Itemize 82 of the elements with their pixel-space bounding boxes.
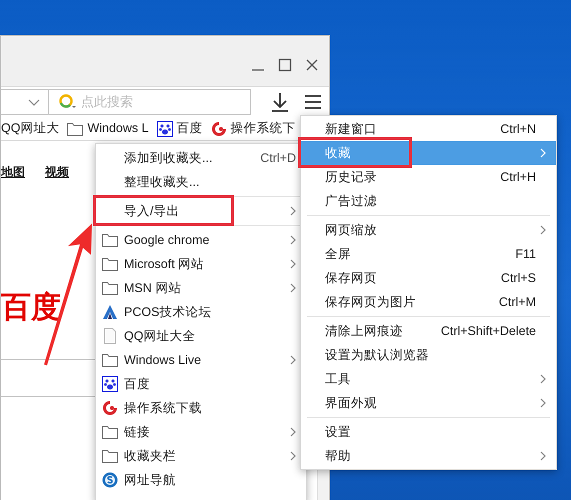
menu-item-label: PCOS技术论坛 (124, 304, 212, 321)
menu-icon[interactable] (305, 94, 321, 110)
menu-item-label: 整理收藏夹... (124, 174, 200, 191)
triangle-logo-icon (102, 304, 118, 320)
nav-link[interactable]: 视频 (45, 163, 69, 181)
folder-icon (102, 257, 118, 271)
menu-item-label: 全屏 (325, 246, 351, 263)
folder-icon (102, 449, 118, 463)
menu-item-label: Google chrome (124, 232, 210, 249)
chevron-right-icon (290, 206, 296, 216)
swirl-logo-icon (210, 120, 227, 136)
chevron-right-icon (290, 451, 296, 461)
shortcut-label: Ctrl+M (498, 294, 537, 311)
menu-item-label: QQ网址大全 (124, 328, 196, 345)
shortcut-label: Ctrl+N (500, 120, 537, 138)
folder-icon (102, 281, 118, 295)
chevron-right-icon (290, 283, 296, 293)
folder-icon (102, 233, 118, 247)
nav-link[interactable]: 地图 (1, 163, 25, 181)
s-logo-icon (102, 472, 118, 488)
shortcut-label: Ctrl+D (260, 150, 296, 167)
menu-item[interactable]: 全屏 F11 (301, 242, 556, 266)
maximize-icon[interactable] (278, 58, 292, 72)
menu-item-label: 设置 (325, 424, 351, 441)
search-field[interactable]: 点此搜索 (49, 89, 251, 115)
menu-item-label: 历史记录 (325, 168, 377, 186)
close-icon[interactable] (305, 58, 319, 72)
chevron-down-icon (28, 98, 40, 106)
menu-item-label: 工具 (325, 370, 351, 388)
menu-item-label: MSN 网站 (124, 280, 182, 297)
shortcut-label: F11 (515, 246, 537, 263)
folder-icon (67, 122, 84, 136)
menu-item-label: 网页缩放 (325, 222, 377, 239)
chevron-right-icon (290, 355, 296, 365)
chevron-right-icon (290, 235, 296, 245)
menu-item[interactable]: 界面外观 (301, 391, 556, 415)
menu-item-label: 百度 (124, 376, 150, 393)
menu-item[interactable]: 工具 (301, 367, 556, 391)
menu-item-label: 保存网页 (325, 270, 377, 287)
menu-item-label: 广告过滤 (325, 192, 377, 210)
menu-item[interactable]: 帮助 (301, 444, 556, 468)
menu-item-label: 链接 (124, 424, 150, 441)
menu-item-label: 收藏夹栏 (124, 448, 176, 465)
chevron-right-icon (540, 398, 546, 408)
folder-icon (102, 425, 118, 439)
menu-item[interactable]: 保存网页为图片 Ctrl+M (301, 290, 556, 314)
menu-item[interactable]: 历史记录 Ctrl+H (301, 165, 556, 189)
menu-item-label: 网址导航 (124, 472, 176, 489)
folder-icon (102, 353, 118, 367)
menu-item[interactable]: 网址导航 (96, 468, 306, 492)
chevron-right-icon (540, 451, 546, 461)
swirl-logo-icon (102, 400, 118, 416)
menu-item-label: 添加到收藏夹... (124, 150, 212, 167)
shortcut-label: Ctrl+Shift+Delete (440, 322, 537, 340)
chevron-right-icon (290, 427, 296, 437)
menu-item-label: 设置为默认浏览器 (325, 346, 429, 364)
menu-item-label: 操作系统下载 (124, 400, 202, 417)
download-icon[interactable] (271, 92, 289, 112)
menu-item-label: Windows Live (124, 352, 202, 369)
menu-item-label: 收藏 (325, 144, 351, 162)
chevron-right-icon (290, 259, 296, 269)
menu-item-label: 帮助 (325, 448, 351, 465)
menu-item[interactable]: 保存网页 Ctrl+S (301, 266, 556, 290)
menu-item-label: 界面外观 (325, 394, 377, 412)
shortcut-label: Ctrl+S (500, 270, 537, 287)
menu-item-label: 保存网页为图片 (325, 294, 416, 311)
chevron-right-icon (540, 148, 546, 158)
menu-item[interactable]: 清除上网痕迹 Ctrl+Shift+Delete (301, 319, 556, 343)
chevron-right-icon (540, 374, 546, 384)
paw-icon (156, 120, 173, 136)
page-icon (103, 328, 117, 344)
menu-item[interactable]: 设置为默认浏览器 (301, 343, 556, 367)
search-engine-icon (59, 94, 77, 110)
menu-item-label: Microsoft 网站 (124, 256, 204, 273)
logo-text: 百度 (1, 293, 61, 323)
search-input[interactable]: 点此搜索 (81, 92, 221, 112)
menu-item-label: 清除上网痕迹 (325, 322, 403, 340)
menu-item-label: 导入/导出 (124, 202, 180, 220)
paw-icon (102, 376, 118, 392)
menu-item[interactable]: 设置 (301, 420, 556, 444)
chevron-right-icon (540, 225, 546, 235)
shortcut-label: Ctrl+H (500, 168, 537, 186)
